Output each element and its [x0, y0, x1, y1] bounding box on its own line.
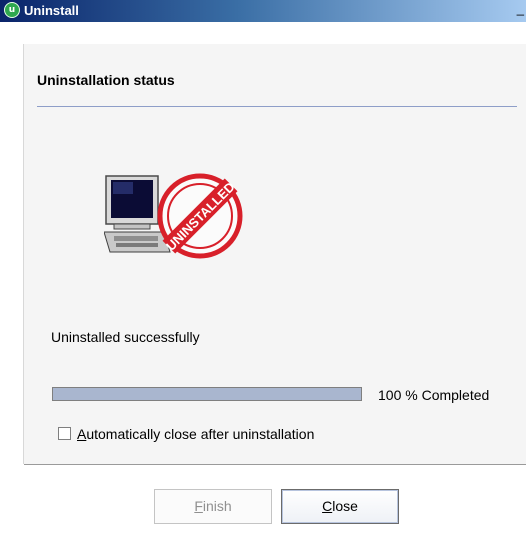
auto-close-checkbox[interactable]	[58, 427, 71, 440]
window-title: Uninstall	[24, 3, 79, 18]
uninstalled-stamp: UNINSTALLED	[157, 173, 243, 259]
title-bar[interactable]: u Uninstall _	[0, 0, 526, 22]
finish-button: Finish	[154, 489, 272, 524]
auto-close-accel: A	[77, 426, 87, 442]
auto-close-label[interactable]: Automatically close after uninstallation	[77, 426, 314, 442]
progress-label: 100 % Completed	[378, 387, 490, 403]
finish-label: inish	[202, 498, 232, 514]
page-title: Uninstallation status	[37, 72, 175, 88]
close-button[interactable]: Close	[281, 489, 399, 524]
header-divider	[37, 106, 517, 107]
progress-fill	[53, 388, 361, 400]
finish-accel: F	[194, 498, 203, 514]
minimize-button[interactable]: _	[517, 1, 524, 16]
close-label: lose	[332, 498, 358, 514]
auto-close-label-text: utomatically close after uninstallation	[86, 426, 315, 442]
progress-bar	[52, 387, 362, 401]
status-message: Uninstalled successfully	[51, 329, 200, 345]
close-accel: C	[322, 498, 333, 514]
uninstall-window: u Uninstall _ Uninstallation status UNIN…	[0, 0, 526, 535]
computer-uninstalled-icon: UNINSTALLED	[104, 173, 243, 259]
panel-divider	[24, 464, 526, 465]
uninstaller-app-icon: u	[4, 2, 20, 18]
